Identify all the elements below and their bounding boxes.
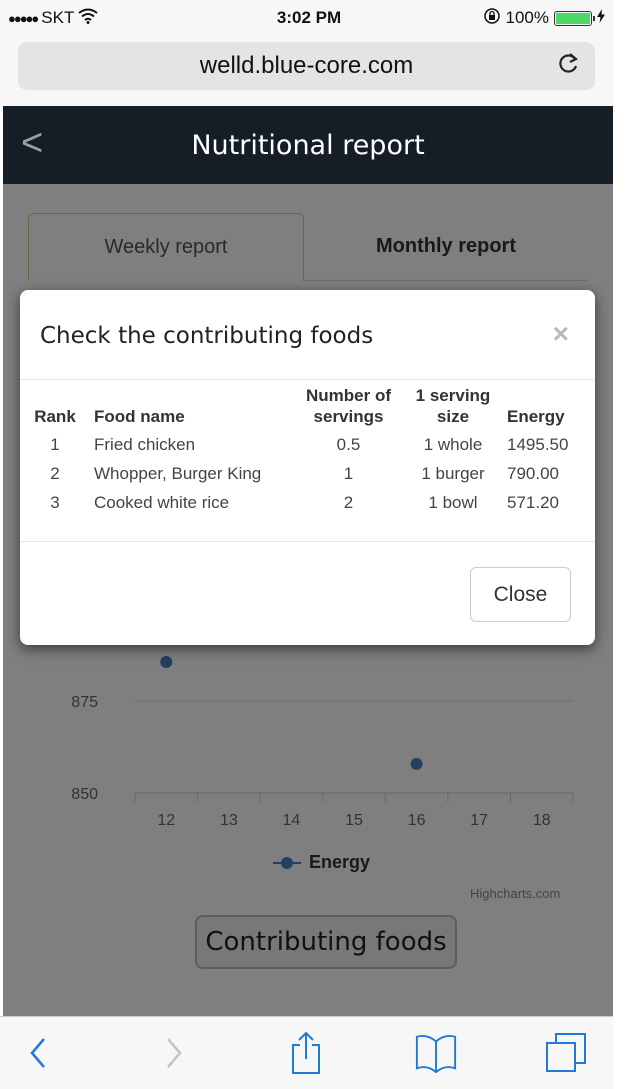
screen-edge: [613, 0, 630, 1089]
cell-servings: 2: [343, 493, 354, 512]
cell-food-name: Fried chicken: [94, 435, 196, 454]
col-header-rank: Rank: [34, 407, 76, 426]
browser-forward-button[interactable]: [152, 1031, 196, 1075]
browser-back-button[interactable]: [16, 1031, 60, 1075]
cell-food-name: Whopper, Burger King: [94, 464, 262, 483]
reload-icon[interactable]: [557, 51, 581, 82]
back-button[interactable]: <: [21, 122, 43, 165]
rotation-lock-icon: [483, 7, 501, 30]
battery-icon: [554, 10, 595, 26]
cell-energy: 790.00: [507, 464, 559, 483]
cell-energy: 571.20: [507, 493, 559, 512]
col-header-food-name: Food name: [94, 407, 185, 426]
wifi-icon: [78, 8, 98, 29]
modal-header: Check the contributing foods ×: [20, 290, 595, 380]
cell-serving-size: 1 bowl: [428, 493, 478, 512]
cell-servings: 0.5: [336, 435, 361, 454]
cell-servings: 1: [343, 464, 354, 483]
cell-rank: 2: [50, 464, 60, 483]
battery-percent: 100%: [505, 8, 549, 27]
close-button[interactable]: Close: [470, 567, 571, 622]
col-header-energy: Energy: [507, 407, 565, 426]
screen: ●●●●● SKT 3:02 PM 100% welld.blue-core.c…: [0, 0, 630, 1089]
url-text[interactable]: welld.blue-core.com: [200, 52, 413, 80]
status-bar: ●●●●● SKT 3:02 PM 100%: [0, 0, 613, 36]
bookmarks-icon: [415, 1035, 457, 1074]
browser-toolbar: [0, 1016, 613, 1089]
browser-address-area: welld.blue-core.com: [0, 36, 613, 106]
cell-serving-size: 1 burger: [421, 464, 485, 483]
clock: 3:02 PM: [276, 8, 342, 27]
cell-energy: 1495.50: [507, 435, 569, 454]
modal-title: Check the contributing foods: [40, 323, 374, 349]
col-header-size-line2: size: [436, 407, 470, 426]
foods-table: Rank Food name Number of servings 1 servi…: [20, 385, 583, 517]
cell-rank: 3: [50, 493, 60, 512]
col-header-size-line1: 1 serving: [415, 386, 491, 405]
table-header-row: Rank Food name Number of servings 1 servi…: [20, 385, 583, 430]
share-button[interactable]: [284, 1031, 328, 1075]
col-header-servings-line1: Number of: [306, 386, 391, 405]
table-row: 1 Fried chicken 0.5 1 whole 1495.50: [20, 430, 583, 459]
cell-food-name: Cooked white rice: [94, 493, 230, 512]
tabs-button[interactable]: [544, 1031, 588, 1075]
col-header-servings: Number of servings: [292, 385, 405, 430]
table-row: 2 Whopper, Burger King 1 1 burger 790.00: [20, 459, 583, 488]
close-icon[interactable]: ×: [553, 318, 569, 350]
charging-icon: [597, 8, 605, 28]
col-header-serving-size: 1 serving size: [405, 385, 501, 430]
tabs-icon: [546, 1033, 586, 1072]
bookmarks-button[interactable]: [414, 1031, 458, 1075]
cell-serving-size: 1 whole: [423, 435, 483, 454]
modal-footer: Close: [20, 542, 595, 644]
modal-body: Rank Food name Number of servings 1 servi…: [20, 380, 595, 542]
table-row: 3 Cooked white rice 2 1 bowl 571.20: [20, 488, 583, 517]
carrier-label: SKT: [41, 8, 75, 27]
signal-strength-icon: ●●●●●: [8, 10, 39, 26]
address-bar[interactable]: welld.blue-core.com: [18, 42, 595, 90]
back-icon: [30, 1038, 45, 1068]
app-header: < Nutritional report: [3, 106, 613, 184]
share-icon: [292, 1031, 320, 1074]
col-header-servings-line2: servings: [313, 407, 384, 426]
forward-icon: [167, 1038, 182, 1068]
contributing-foods-modal: Check the contributing foods × Rank Food…: [20, 290, 595, 645]
page-title: Nutritional report: [191, 129, 425, 161]
cell-rank: 1: [50, 435, 60, 454]
